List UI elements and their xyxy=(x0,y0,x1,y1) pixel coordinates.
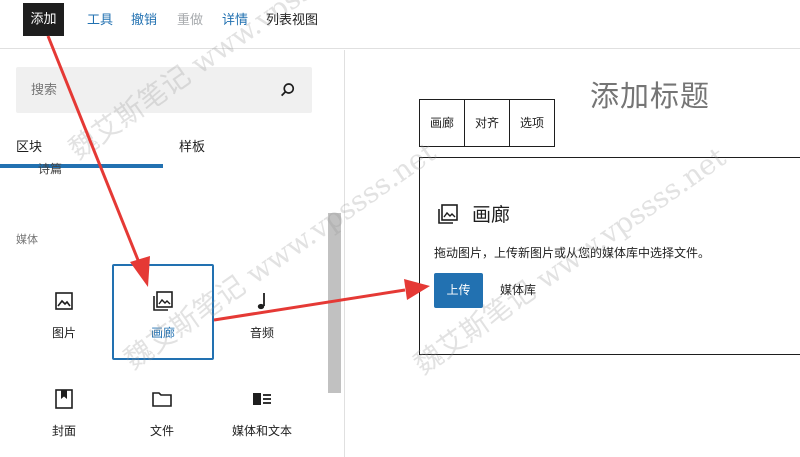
tools-button[interactable]: 工具 xyxy=(87,12,113,30)
block-label: 画廊 xyxy=(150,326,175,340)
tab-blocks[interactable]: 区块 xyxy=(16,136,42,155)
gallery-header: 画廊 xyxy=(436,200,510,227)
media-text-icon xyxy=(253,393,271,405)
tab-patterns[interactable]: 样板 xyxy=(179,136,205,155)
details-button[interactable]: 详情 xyxy=(222,12,248,30)
media-library-button[interactable]: 媒体库 xyxy=(500,281,536,298)
block-label: 图片 xyxy=(51,326,76,340)
search-input[interactable] xyxy=(16,67,266,113)
block-toolbar: 画廊 对齐 选项 xyxy=(419,99,556,147)
post-title-placeholder[interactable]: 添加标题 xyxy=(590,73,710,115)
search-icon[interactable] xyxy=(279,81,297,99)
block-media-text[interactable]: 媒体和文本 xyxy=(212,364,312,457)
undo-button[interactable]: 撤销 xyxy=(131,12,157,30)
partial-block-label: 诗篇 xyxy=(38,162,63,176)
block-label: 音频 xyxy=(249,326,274,340)
gallery-title: 画廊 xyxy=(472,204,511,226)
search-box xyxy=(16,67,312,113)
editor-canvas: 添加标题 画廊 对齐 选项 画廊 拖动图片，上传新图片或从您的媒体库中选择文件。… xyxy=(346,50,800,457)
gallery-icon xyxy=(153,291,173,311)
gallery-placeholder: 画廊 拖动图片，上传新图片或从您的媒体库中选择文件。 上传 媒体库 xyxy=(419,157,800,355)
list-view-button[interactable]: 列表视图 xyxy=(266,12,318,30)
gallery-description: 拖动图片，上传新图片或从您的媒体库中选择文件。 xyxy=(434,246,711,260)
block-cover[interactable]: 封面 xyxy=(14,364,114,457)
block-type-button[interactable]: 画廊 xyxy=(420,100,466,146)
top-toolbar: 添加 工具 撤销 重做 详情 列表视图 xyxy=(0,0,800,49)
add-block-button[interactable]: 添加 xyxy=(23,3,64,36)
block-label: 媒体和文本 xyxy=(231,424,292,438)
block-audio[interactable]: 音频 xyxy=(212,266,312,361)
category-heading: 媒体 xyxy=(16,233,38,246)
file-icon xyxy=(152,392,172,407)
options-button[interactable]: 选项 xyxy=(510,100,554,146)
block-image[interactable]: 图片 xyxy=(14,266,114,361)
block-label: 文件 xyxy=(149,424,174,438)
block-label: 封面 xyxy=(51,424,76,438)
audio-icon xyxy=(257,293,265,310)
block-inserter-panel: 区块 样板 诗篇 媒体 图片 画廊 音频 封面 xyxy=(0,50,345,457)
gallery-icon xyxy=(438,203,458,224)
redo-button[interactable]: 重做 xyxy=(177,12,203,30)
upload-button[interactable]: 上传 xyxy=(434,273,483,308)
block-file[interactable]: 文件 xyxy=(112,364,212,457)
align-button[interactable]: 对齐 xyxy=(465,100,511,146)
inserter-scrollbar[interactable] xyxy=(328,213,341,393)
active-tab-indicator xyxy=(0,164,163,168)
image-icon xyxy=(55,292,73,310)
block-gallery[interactable]: 画廊 xyxy=(112,264,214,360)
cover-icon xyxy=(55,389,73,409)
